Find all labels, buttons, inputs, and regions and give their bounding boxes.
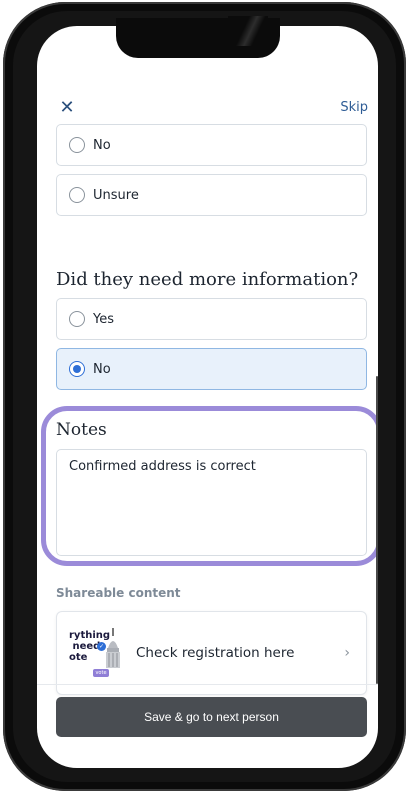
scrollbar[interactable]: [376, 376, 378, 684]
shareable-content-card[interactable]: rything need ote ✓ vote Check registrati…: [56, 611, 367, 695]
capitol-dome-icon: [106, 628, 120, 668]
save-next-button[interactable]: Save & go to next person: [56, 697, 367, 737]
option-label: Unsure: [93, 187, 139, 203]
question-title: Did they need more information?: [56, 269, 359, 290]
thumbnail-badge: vote: [93, 669, 109, 677]
notes-label: Notes: [56, 420, 107, 440]
option-previous-unsure[interactable]: Unsure: [56, 174, 367, 216]
chevron-right-icon: ›: [344, 645, 350, 661]
phone-notch: [116, 16, 280, 58]
option-label: No: [93, 361, 111, 377]
radio-unchecked-icon[interactable]: [69, 137, 85, 153]
option-label: No: [93, 137, 111, 153]
notch-camera: [228, 16, 268, 46]
notes-textarea[interactable]: Confirmed address is correct: [56, 449, 367, 556]
close-icon[interactable]: ✕: [57, 98, 77, 118]
option-label: Yes: [93, 311, 114, 327]
shareable-card-title: Check registration here: [136, 645, 295, 661]
app-screen: ✕ Skip No Unsure Did they need more info…: [37, 26, 378, 768]
radio-unchecked-icon[interactable]: [69, 311, 85, 327]
shareable-content-header: Shareable content: [56, 586, 181, 600]
option-yes[interactable]: Yes: [56, 298, 367, 340]
radio-unchecked-icon[interactable]: [69, 187, 85, 203]
option-previous-no[interactable]: No: [56, 124, 367, 166]
skip-link[interactable]: Skip: [340, 98, 368, 118]
option-no-selected[interactable]: No: [56, 348, 367, 390]
footer-divider: [37, 684, 378, 685]
content-thumbnail: rything need ote ✓ vote: [69, 626, 123, 680]
radio-checked-icon[interactable]: [69, 361, 85, 377]
